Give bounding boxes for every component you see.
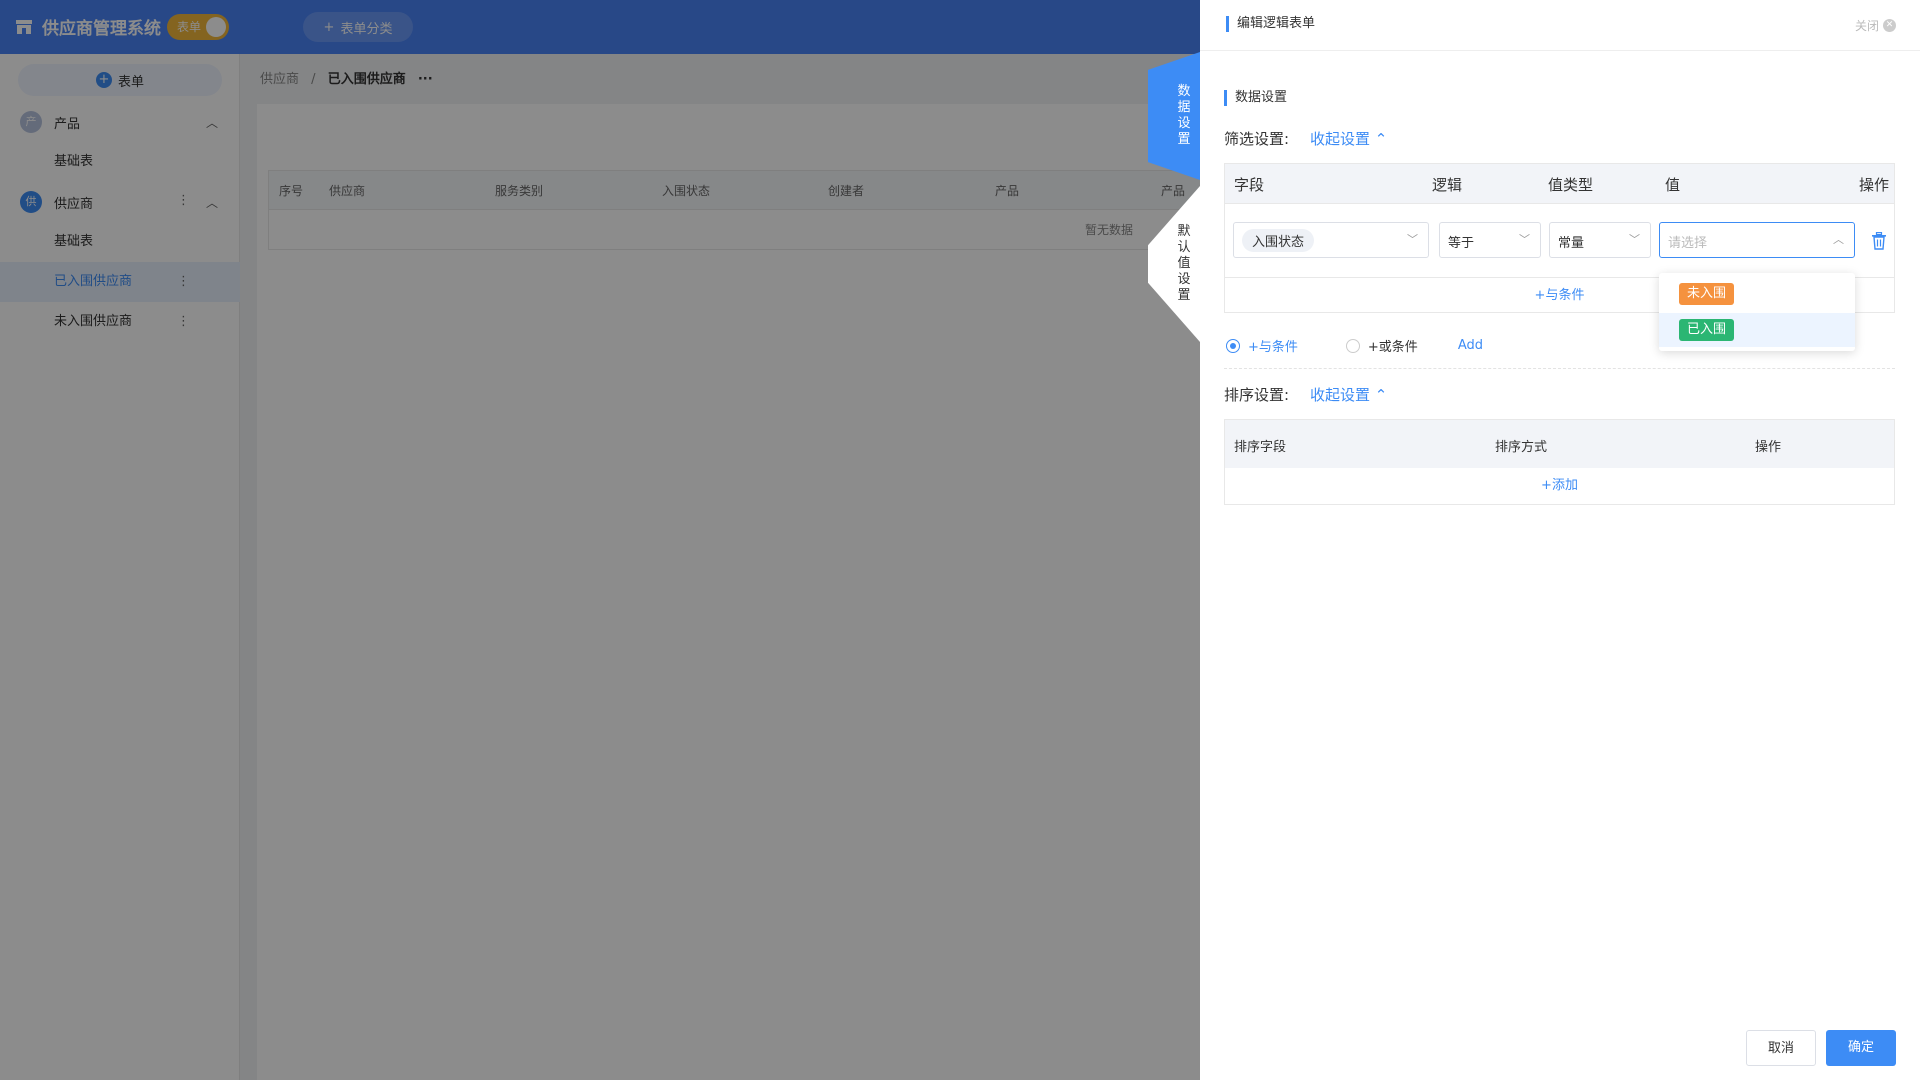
chevron-up-icon: ︿ [1833,233,1844,246]
column-header-field: 字段 [1234,176,1265,194]
value-dropdown: 未入围 已入围 [1659,273,1855,351]
close-icon: ✕ [1883,19,1896,32]
and-condition-label[interactable]: +与条件 [1248,336,1298,355]
logic-select[interactable]: 等于 ﹀ [1439,222,1541,258]
filter-settings-label: 筛选设置: [1224,130,1290,148]
column-header-logic: 逻辑 [1432,176,1463,194]
tab-data-settings[interactable]: 数 据 设 置 [1148,52,1200,180]
chevron-down-icon: ﹀ [1519,233,1530,246]
logic-value: 等于 [1448,236,1475,251]
field-tag: 入围状态 [1242,229,1315,252]
column-header-value-type: 值类型 [1548,176,1594,194]
close-button[interactable]: 关闭 ✕ [1855,17,1896,34]
column-header-action: 操作 [1859,176,1890,194]
sort-table-header: 排序字段 排序方式 操作 [1225,420,1894,468]
cancel-button[interactable]: 取消 [1746,1030,1816,1066]
divider [1224,368,1895,369]
value-select[interactable]: 请选择 ︿ [1659,222,1855,258]
dropdown-option-shortlisted[interactable]: 已入围 [1659,313,1855,347]
status-badge: 已入围 [1679,319,1735,341]
or-condition-label[interactable]: +或条件 [1368,336,1418,355]
chevron-down-icon: ﹀ [1407,233,1418,246]
field-select[interactable]: 入围状态 ﹀ [1233,222,1429,258]
value-placeholder: 请选择 [1668,236,1708,251]
column-header-sort-field: 排序字段 [1234,440,1287,455]
sort-collapse-link[interactable]: 收起设置 ⌃ [1310,384,1387,405]
section-title: 数据设置 [1224,90,1287,106]
chevron-down-icon: ﹀ [1629,233,1640,246]
trash-icon[interactable] [1871,232,1887,250]
confirm-button[interactable]: 确定 [1826,1030,1896,1066]
tab-char: 据 [1177,100,1191,115]
column-header-value: 值 [1665,176,1681,194]
or-radio[interactable] [1345,338,1360,353]
tab-char: 认 [1177,240,1191,255]
edit-logic-form-drawer: 编辑逻辑表单 关闭 ✕ [1200,0,1920,1080]
dropdown-option-not-shortlisted[interactable]: 未入围 [1659,277,1855,311]
drawer-title: 编辑逻辑表单 [1226,16,1315,32]
status-badge: 未入围 [1679,283,1735,305]
filter-table-header: 字段 逻辑 值类型 值 操作 [1225,164,1894,204]
close-label: 关闭 [1854,19,1879,33]
column-header-sort-method: 排序方式 [1495,440,1548,455]
tab-char: 数 [1177,84,1191,99]
add-condition-link[interactable]: Add [1458,338,1483,353]
add-sort-button[interactable]: +添加 [1225,468,1894,504]
condition-options: +与条件 +或条件 Add [1226,336,1483,355]
sort-table: 排序字段 排序方式 操作 +添加 [1224,419,1895,505]
value-type-select[interactable]: 常量 ﹀ [1549,222,1651,258]
tab-char: 值 [1177,256,1191,271]
drawer-header: 编辑逻辑表单 关闭 ✕ [1200,0,1920,51]
filter-collapse-link[interactable]: 收起设置 ⌃ [1310,128,1387,149]
and-radio[interactable] [1226,338,1240,353]
column-header-action: 操作 [1755,440,1782,455]
tab-char: 设 [1177,116,1191,131]
tab-char: 设 [1177,272,1191,287]
tab-char: 置 [1177,132,1191,147]
sort-settings-label: 排序设置: [1224,386,1290,404]
value-type-value: 常量 [1558,236,1585,251]
